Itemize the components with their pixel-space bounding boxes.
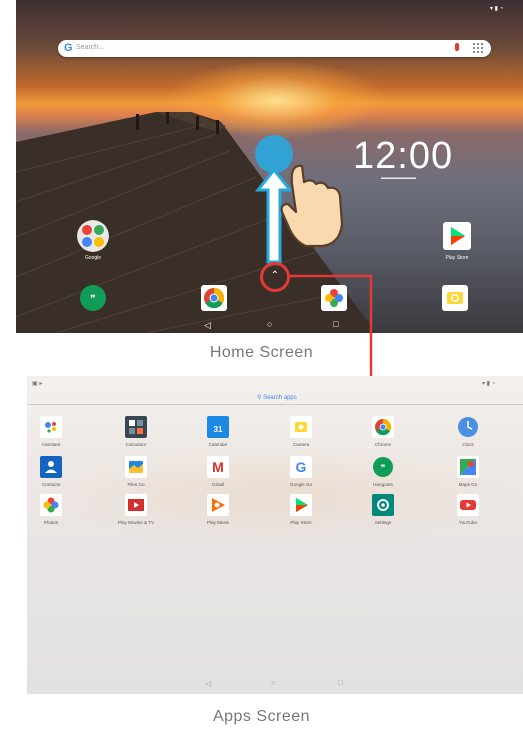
app-hangouts[interactable]: ❞ Hangouts <box>372 456 394 487</box>
home-screen-caption: Home Screen <box>209 344 314 361</box>
google-go-icon: G <box>290 456 312 478</box>
assistant-icon <box>40 416 62 438</box>
app-label: Play Store <box>290 520 312 525</box>
play-music-icon <box>207 494 229 516</box>
contacts-icon <box>40 456 62 478</box>
play-store-icon <box>443 222 471 250</box>
app-label: Chrome <box>374 442 392 447</box>
photos-icon[interactable] <box>321 285 347 311</box>
calculator-icon <box>125 416 147 438</box>
apps-screen: ▣ ▸ ▾ ▮ ◔ ⚲ Search apps Assistant Calcula… <box>27 376 523 694</box>
gmail-icon: M <box>207 456 229 478</box>
app-clock[interactable]: Clock <box>457 416 479 447</box>
settings-icon <box>372 494 394 516</box>
app-label: YouTube <box>458 520 478 525</box>
icon-glyph: 31 <box>214 425 223 434</box>
swipe-up-gesture <box>254 135 344 264</box>
app-label: Play Movies & TV <box>117 520 155 525</box>
app-play-store[interactable]: Play Store <box>290 494 312 525</box>
recents-button[interactable]: □ <box>333 319 338 329</box>
app-label: Camera <box>292 442 310 447</box>
home-button[interactable]: ○ <box>271 678 276 687</box>
google-search-bar[interactable]: G Search... <box>58 40 491 57</box>
files-go-icon <box>125 456 147 478</box>
app-play-movies[interactable]: Play Movies & TV <box>118 494 154 525</box>
hangouts-icon: ❞ <box>373 457 393 477</box>
app-label: Photos <box>43 520 59 525</box>
app-assistant[interactable]: Assistant <box>40 416 62 447</box>
google-folder-icon <box>77 220 109 252</box>
back-button[interactable]: ◁ <box>204 320 211 331</box>
apps-screen-caption: Apps Screen <box>212 708 311 725</box>
app-calculator[interactable]: Calculator <box>125 416 147 447</box>
app-label: Play Music <box>206 520 230 525</box>
app-gmail[interactable]: M Gmail <box>207 456 229 487</box>
app-google-go[interactable]: G Google Go <box>290 456 312 487</box>
app-label: Assistant <box>41 442 61 447</box>
home-button[interactable]: ○ <box>267 319 272 329</box>
svg-text:❞: ❞ <box>381 463 386 473</box>
app-settings[interactable]: Settings <box>372 494 394 525</box>
calendar-icon: 31 <box>207 416 229 438</box>
recents-button[interactable]: □ <box>338 678 343 687</box>
play-movies-icon <box>125 494 147 516</box>
youtube-icon <box>457 494 479 516</box>
app-play-music[interactable]: Play Music <box>207 494 229 525</box>
app-photos[interactable]: Photos <box>40 494 62 525</box>
home-screen: ▾ ▮ ◔ G Search... 12:00 ▬▬▬▬▬▬▬ Google P… <box>16 0 523 333</box>
icon-glyph: G <box>296 459 307 475</box>
app-label: Calendar <box>208 442 228 447</box>
camera-icon <box>290 416 312 438</box>
app-files-go[interactable]: Files Go <box>125 456 147 487</box>
app-label: Clock <box>462 442 474 447</box>
swipe-up-chevron-highlight[interactable]: ⌃ <box>260 262 290 292</box>
play-store-label: Play Store <box>445 255 469 261</box>
app-grid: Assistant Calculator 31 Calendar Camera Chrom… <box>27 376 523 676</box>
play-store-icon <box>290 494 312 516</box>
play-store-shortcut[interactable]: Play Store <box>441 220 473 261</box>
search-placeholder: Search... <box>76 44 105 51</box>
photos-icon <box>40 494 62 516</box>
chevron-up-icon: ⌃ <box>270 270 280 281</box>
svg-text:❞: ❞ <box>90 294 95 305</box>
maps-go-icon <box>457 456 479 478</box>
app-chrome[interactable]: Chrome <box>372 416 394 447</box>
app-calendar[interactable]: 31 Calendar <box>207 416 229 447</box>
apps-grid-icon[interactable] <box>473 43 483 53</box>
status-icons: ▾ ▮ ◔ <box>490 6 504 12</box>
app-label: Contacts <box>41 482 61 487</box>
app-label: Hangouts <box>373 482 393 487</box>
google-folder-label: Google <box>84 255 102 261</box>
mic-icon[interactable] <box>455 43 459 51</box>
app-camera[interactable]: Camera <box>290 416 312 447</box>
back-button[interactable]: ◁ <box>205 679 211 688</box>
chrome-icon[interactable] <box>201 285 227 311</box>
app-maps-go[interactable]: Maps Go <box>457 456 479 487</box>
app-label: Google Go <box>289 482 313 487</box>
chrome-icon <box>372 416 394 438</box>
app-label: Files Go <box>127 482 145 487</box>
app-youtube[interactable]: YouTube <box>457 494 479 525</box>
app-label: Gmail <box>212 482 224 487</box>
clock-widget[interactable]: 12:00 <box>353 135 453 178</box>
icon-glyph: M <box>212 459 224 475</box>
clock-icon <box>458 417 478 437</box>
app-label: Maps Go <box>458 482 478 487</box>
google-folder[interactable]: Google <box>77 220 109 261</box>
camera-icon[interactable] <box>442 285 468 311</box>
google-g-icon: G <box>64 42 73 54</box>
app-contacts[interactable]: Contacts <box>40 456 62 487</box>
app-label: Calculator <box>125 442 147 447</box>
app-label: Settings <box>374 520 392 525</box>
hangouts-icon[interactable]: ❞ <box>80 285 106 311</box>
clock-date: ▬▬▬▬▬▬▬ <box>381 175 416 181</box>
